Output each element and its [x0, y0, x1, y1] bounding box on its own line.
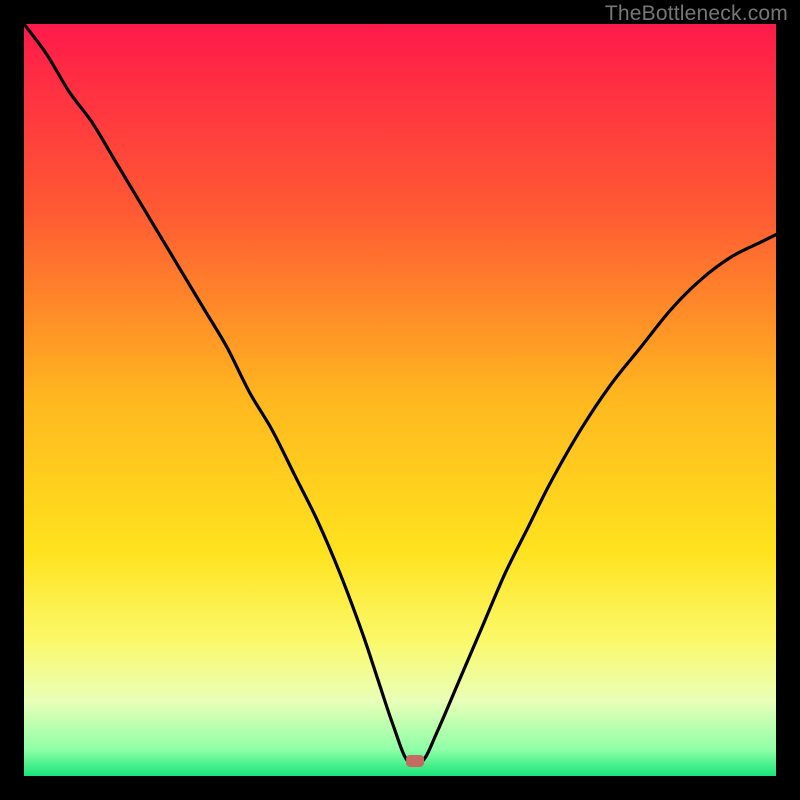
plot-area: [24, 24, 776, 776]
optimal-point-marker: [406, 755, 424, 767]
gradient-background: [24, 24, 776, 776]
watermark-text: TheBottleneck.com: [605, 2, 788, 26]
chart-frame: TheBottleneck.com: [0, 0, 800, 800]
chart-svg: [24, 24, 776, 776]
